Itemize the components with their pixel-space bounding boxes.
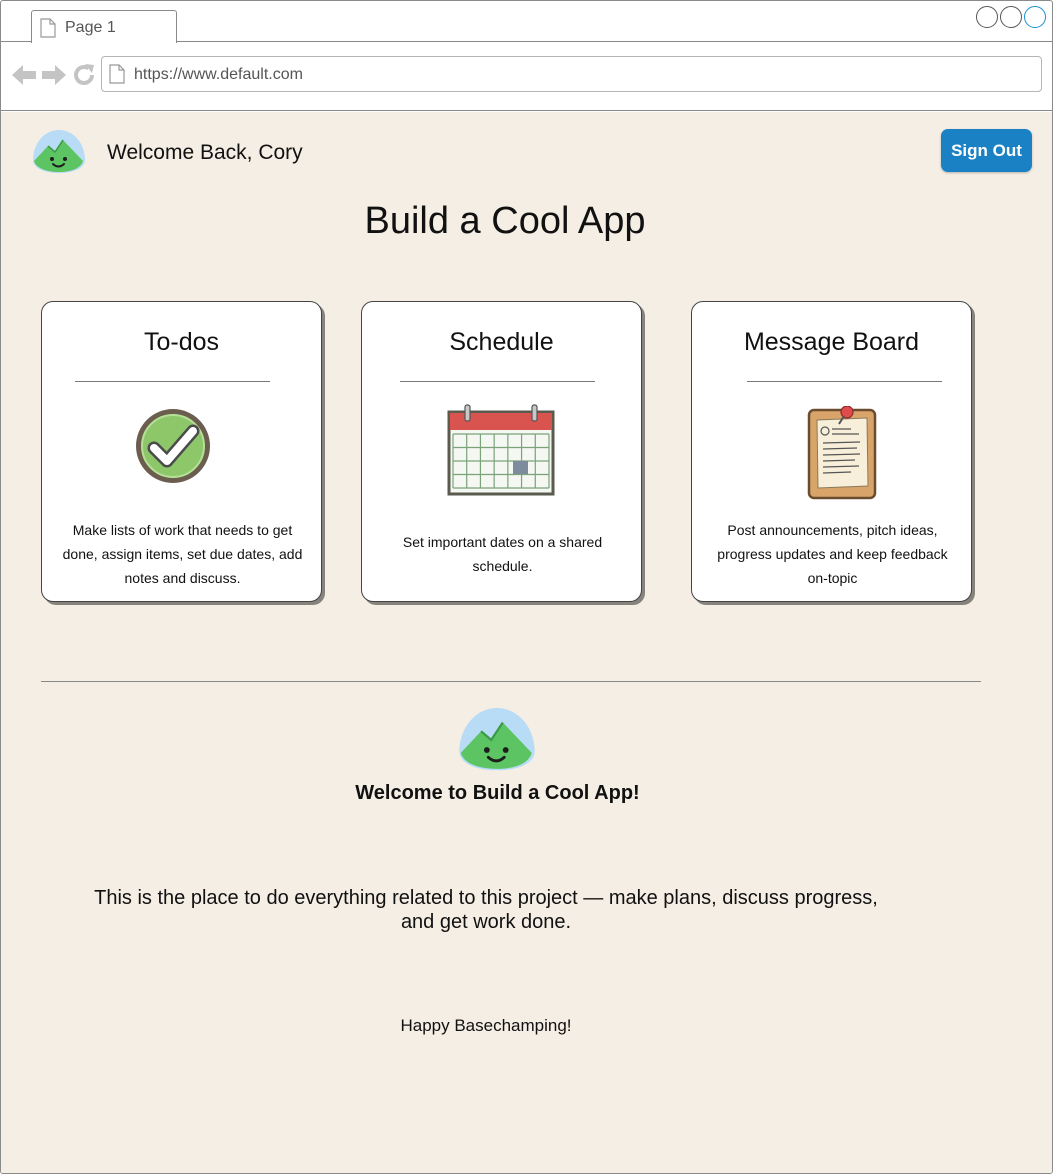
page-content: Welcome Back, Cory Sign Out Build a Cool… — [1, 112, 1052, 1173]
card-description: Post announcements, pitch ideas, progres… — [717, 522, 948, 586]
calendar-icon — [447, 404, 555, 501]
reload-icon[interactable] — [72, 63, 96, 92]
message-board-icon — [807, 405, 877, 505]
welcome-body: This is the place to do everything relat… — [94, 887, 878, 933]
card-title: Schedule — [449, 328, 554, 356]
page-icon — [109, 64, 125, 89]
card-title: Message Board — [743, 328, 920, 356]
window-minimize-button[interactable] — [976, 6, 998, 28]
checkmark-icon — [133, 406, 213, 491]
window-close-button[interactable] — [1024, 6, 1046, 28]
card-divider — [747, 381, 942, 382]
welcome-message: Welcome Back, Cory — [107, 141, 303, 164]
tab-title: Page 1 — [65, 19, 116, 36]
card-description: Set important dates on a shared schedule… — [402, 534, 603, 574]
signoff-text: Happy Basechamping! — [400, 1016, 572, 1035]
todos-card[interactable]: To-dos Make lists of work that needs to … — [41, 301, 322, 602]
basecamp-logo-icon — [455, 702, 539, 777]
address-bar-row: https://www.default.com — [1, 42, 1052, 111]
card-divider — [400, 381, 595, 382]
tab-strip: Page 1 — [1, 1, 1052, 43]
schedule-card[interactable]: Schedule Set important dates on a shared… — [361, 301, 642, 602]
window-maximize-button[interactable] — [1000, 6, 1022, 28]
card-title: To-dos — [143, 328, 220, 356]
welcome-heading: Welcome to Build a Cool App! — [355, 782, 640, 804]
message-board-card[interactable]: Message Board Post announcements, pitch … — [691, 301, 972, 602]
back-arrow-icon[interactable] — [11, 64, 37, 91]
card-divider — [75, 381, 270, 382]
sign-out-button[interactable]: Sign Out — [941, 129, 1032, 172]
basecamp-logo-icon[interactable] — [30, 126, 88, 179]
section-divider — [41, 681, 981, 682]
url-text: https://www.default.com — [134, 66, 303, 83]
card-description: Make lists of work that needs to get don… — [62, 522, 303, 586]
project-title: Build a Cool App — [364, 200, 646, 242]
url-field[interactable]: https://www.default.com — [101, 56, 1042, 92]
browser-tab[interactable]: Page 1 — [31, 10, 177, 43]
page-icon — [40, 18, 56, 43]
browser-window: Page 1 https://www.default.com Welcome B… — [0, 0, 1053, 1174]
forward-arrow-icon[interactable] — [41, 64, 67, 91]
